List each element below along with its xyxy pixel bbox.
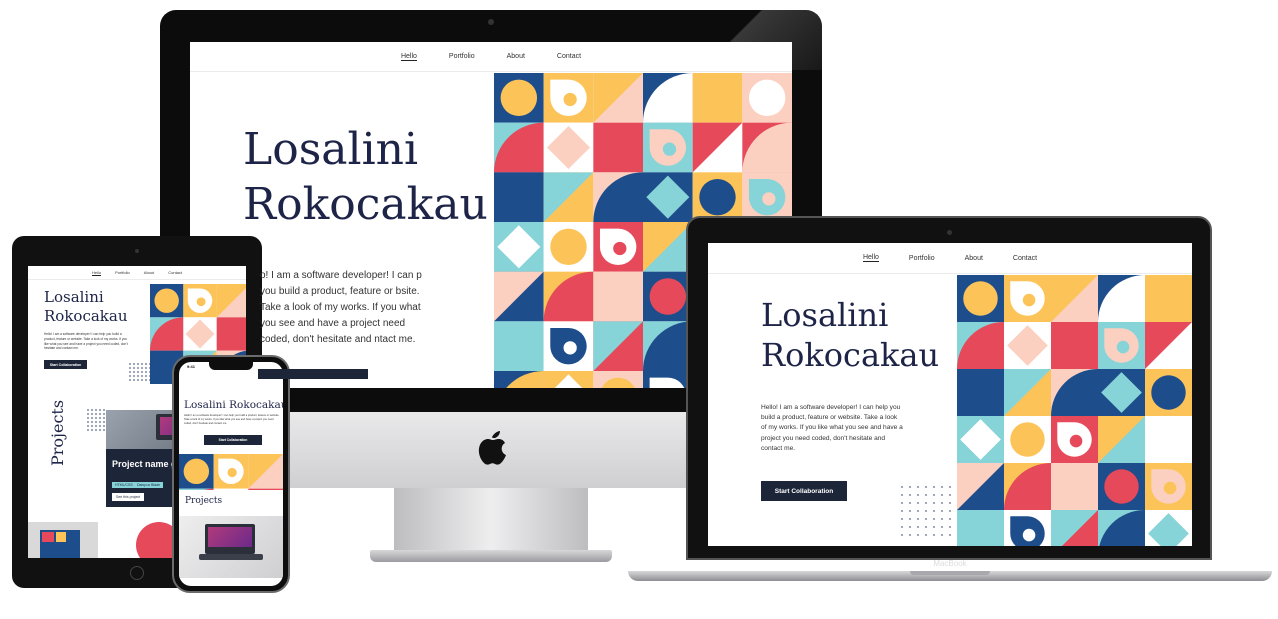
geometric-artwork: [179, 454, 283, 490]
nav-hello[interactable]: Hello: [91, 270, 102, 276]
imac-hero-intro: o! I am a software developer! I can p yo…: [260, 270, 422, 345]
project-name: Project name g: [112, 459, 177, 469]
cta-button[interactable]: Start Collaboration: [761, 481, 847, 501]
iphone: 9:41 Losalini Rokocakau Hello! I am a so…: [172, 355, 290, 593]
nav-about[interactable]: About: [965, 255, 983, 262]
iphone-screen: 9:41 Losalini Rokocakau Hello! I am a so…: [179, 362, 283, 586]
status-time: 9:41: [187, 364, 196, 369]
hero-title-line1: Losalini: [243, 124, 419, 175]
navbar: Hello Portfolio About Contact: [708, 243, 1192, 274]
nav-about[interactable]: About: [144, 270, 154, 275]
ipad-home-button[interactable]: [130, 566, 144, 580]
nav-portfolio[interactable]: Portfolio: [115, 270, 130, 275]
hero-title: Losalini Rokocakau: [243, 122, 488, 232]
nav-portfolio[interactable]: Portfolio: [909, 255, 935, 262]
hero-title-line1: Losalini: [761, 296, 889, 334]
projects-heading: Projects: [48, 399, 67, 466]
cta-button[interactable]: Start Collaboration: [204, 435, 262, 445]
dot-pattern: [898, 483, 956, 539]
tag-html-css: HTML/CSS: [112, 482, 136, 488]
hero-title: Losalini Rokocakau: [184, 399, 283, 411]
navbar: Hello Portfolio About Contact: [190, 42, 792, 72]
dot-pattern: [86, 408, 106, 432]
imac-camera: [488, 19, 494, 25]
cta-button[interactable]: Start Collaboration: [44, 360, 87, 369]
nav-hello[interactable]: Hello: [400, 53, 417, 61]
geometric-artwork: [957, 275, 1192, 546]
hero-title-line2: Rokocakau: [243, 179, 488, 230]
hero-title-line1: Losalini: [44, 288, 104, 306]
nav-portfolio[interactable]: Portfolio: [449, 53, 475, 60]
hero-title: Losalini Rokocakau: [44, 288, 127, 326]
hero-title-line2: Rokocakau: [761, 336, 940, 374]
imac-base: [370, 550, 612, 562]
apple-logo-icon: [475, 427, 509, 467]
nav-contact[interactable]: Contact: [1013, 255, 1037, 262]
dot-pattern: [128, 362, 150, 382]
hero-intro: Hello! I am a software developer! I can …: [44, 332, 128, 351]
macbook-camera: [947, 230, 952, 235]
macbook-brand-label: MacBook: [933, 559, 967, 568]
navbar: Hello Portfolio About Contact: [28, 266, 246, 280]
imac-stand: [394, 488, 588, 552]
nav-contact[interactable]: Contact: [557, 53, 581, 60]
see-project-button[interactable]: See this project: [112, 493, 145, 501]
device-mockup-scene: Hello Portfolio About Contact Losalini R…: [0, 0, 1278, 619]
projects-heading: Projects: [185, 496, 223, 506]
macbook: MacBook Hello Portfolio About Contact Lo…: [628, 216, 1272, 586]
notch: [209, 362, 253, 370]
project-thumbnail: [179, 516, 283, 578]
project-thumbnail-2: [28, 522, 98, 558]
hero-intro: Hello! I am a software developer! I can …: [761, 404, 903, 452]
ipad-camera: [135, 249, 139, 253]
hero-intro: Hello! I am a software developer! I can …: [184, 414, 280, 425]
macbook-screen: Hello Portfolio About Contact Losalini R…: [708, 243, 1192, 546]
nav-contact[interactable]: Contact: [168, 270, 182, 275]
nav-hello[interactable]: Hello: [862, 254, 879, 262]
hero-title: Losalini Rokocakau: [761, 295, 939, 375]
tag-daisy-blade: Daisy.ux Blade: [134, 482, 164, 488]
hero-title-line2: Rokocakau: [44, 306, 128, 325]
imac-cta-button[interactable]: [258, 369, 368, 379]
nav-about[interactable]: About: [507, 53, 525, 60]
